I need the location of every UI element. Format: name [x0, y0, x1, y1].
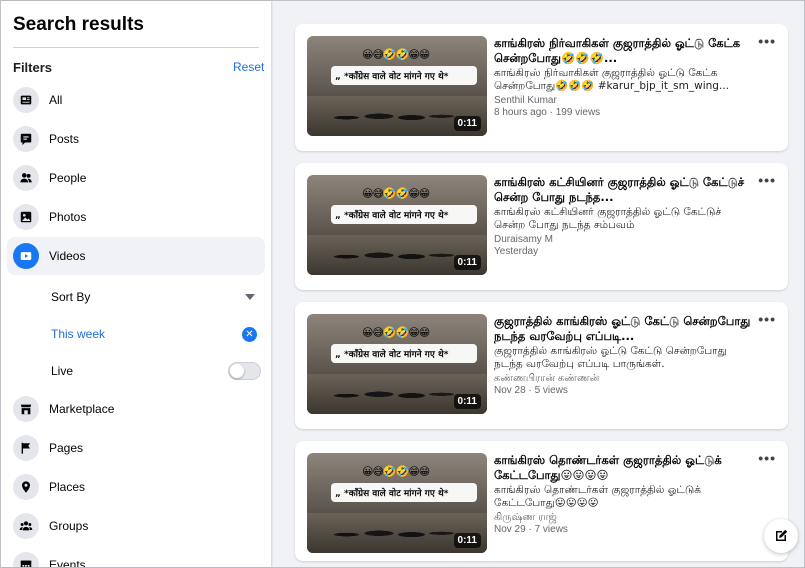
sidebar-item-label: Groups	[49, 519, 89, 533]
video-title-link[interactable]: காங்கிரஸ் கட்சியினர் குஜராத்தில் ஓட்டு க…	[494, 175, 752, 205]
video-thumbnail[interactable]: 😀😅🤣🤣😁😁 „ *कॉंग्रेस वाले वोट मांगने गए थे…	[307, 36, 487, 136]
thumbnail-animals	[327, 380, 457, 406]
video-result-info: குஜராத்தில் காங்கிரஸ் ஓட்டு கேட்டு சென்ற…	[494, 314, 752, 397]
video-title-link[interactable]: குஜராத்தில் காங்கிரஸ் ஓட்டு கேட்டு சென்ற…	[494, 314, 752, 344]
video-description: குஜராத்தில் காங்கிரஸ் ஓட்டு கேட்டு சென்ற…	[494, 345, 727, 370]
sidebar-item-label: Pages	[49, 441, 84, 455]
new-message-button[interactable]	[764, 519, 798, 553]
chevron-down-icon	[245, 294, 255, 300]
video-thumbnail[interactable]: 😀😅🤣🤣😁😁 „ *कॉंग्रेस वाले वोट मांगने गए थे…	[307, 314, 487, 414]
video-title-link[interactable]: காங்கிரஸ் தொண்டர்கள் குஜராத்தில் ஓட்டுக்…	[494, 453, 752, 483]
posts-icon	[13, 126, 39, 152]
sort-by-label: Sort By	[51, 290, 91, 304]
live-filter-row: Live	[51, 361, 261, 381]
sidebar-item-label: Photos	[49, 210, 87, 224]
sidebar-item-label: Places	[49, 480, 86, 494]
thumbnail-text-overlay: „ *कॉंग्रेस वाले वोट मांगने गए थे*	[331, 205, 477, 224]
video-author-link[interactable]: கிருஷ்ண ராஜ்	[494, 512, 752, 524]
sidebar-item-pages[interactable]: Pages	[7, 429, 265, 467]
thumbnail-animals	[327, 519, 457, 545]
video-result-card[interactable]: 😀😅🤣🤣😁😁 „ *कॉंग्रेस वाले वोट मांगने गए थे…	[295, 302, 788, 429]
thumbnail-emoji-overlay: 😀😅🤣🤣😁😁	[362, 188, 430, 200]
thumbnail-emoji-overlay: 😀😅🤣🤣😁😁	[362, 466, 430, 478]
calendar-icon	[13, 552, 39, 567]
thumbnail-emoji-overlay: 😀😅🤣🤣😁😁	[362, 49, 430, 61]
sidebar-item-label: Marketplace	[49, 402, 115, 416]
more-options-button[interactable]: •••	[758, 34, 776, 48]
people-icon	[13, 165, 39, 191]
more-options-button[interactable]: •••	[758, 173, 776, 187]
video-duration-badge: 0:11	[453, 116, 481, 131]
video-meta: Nov 28 · 5 views	[494, 385, 568, 396]
sidebar-item-label: All	[49, 93, 63, 107]
thumbnail-text-overlay: „ *कॉंग्रेस वाले वोट मांगने गए थे*	[331, 483, 477, 502]
date-filter-label: This week	[51, 327, 106, 341]
video-description: காங்கிரஸ் நிர்வாகிகள் குஜராத்தில் ஓட்டு …	[494, 67, 729, 92]
thumbnail-text-overlay: „ *कॉंग्रेस वाले वोट मांगने गए थे*	[331, 344, 477, 363]
video-result-card[interactable]: 😀😅🤣🤣😁😁 „ *कॉंग्रेस वाले वोट मांगने गए थे…	[295, 163, 788, 290]
sidebar-item-label: Events	[49, 558, 86, 567]
filters-heading: Filters	[13, 60, 53, 75]
video-meta: Nov 29 · 7 views	[494, 524, 568, 535]
photos-icon	[13, 204, 39, 230]
sidebar-divider	[13, 47, 259, 48]
sidebar-item-videos[interactable]: Videos	[7, 237, 265, 275]
filters-sidebar: Search results Filters Reset All Posts P…	[1, 1, 271, 567]
live-toggle[interactable]	[228, 362, 261, 380]
video-result-card[interactable]: 😀😅🤣🤣😁😁 „ *कॉंग्रेस वाले वोट मांगने गए थे…	[295, 441, 788, 561]
video-thumbnail[interactable]: 😀😅🤣🤣😁😁 „ *कॉंग्रेस वाले वोट मांगने गए थे…	[307, 453, 487, 553]
sidebar-item-photos[interactable]: Photos	[7, 198, 265, 236]
sidebar-item-label: People	[49, 171, 87, 185]
sidebar-item-marketplace[interactable]: Marketplace	[7, 390, 265, 428]
sidebar-item-groups[interactable]: Groups	[7, 507, 265, 545]
location-pin-icon	[13, 474, 39, 500]
sidebar-item-events[interactable]: Events	[7, 546, 265, 567]
video-thumbnail[interactable]: 😀😅🤣🤣😁😁 „ *कॉंग्रेस वाले वोट मांगने गए थे…	[307, 175, 487, 275]
thumbnail-emoji-overlay: 😀😅🤣🤣😁😁	[362, 327, 430, 339]
video-result-card[interactable]: 😀😅🤣🤣😁😁 „ *कॉंग्रेस वाले वोट मांगने गए थे…	[295, 24, 788, 151]
marketplace-icon	[13, 396, 39, 422]
sidebar-item-label: Posts	[49, 132, 80, 146]
video-meta: 8 hours ago · 199 views	[494, 107, 601, 118]
thumbnail-animals	[327, 241, 457, 267]
sidebar-item-all[interactable]: All	[7, 81, 265, 119]
video-description: காங்கிரஸ் கட்சியினர் குஜராத்தில் ஓட்டு க…	[494, 206, 722, 231]
video-duration-badge: 0:11	[453, 533, 481, 548]
sidebar-item-people[interactable]: People	[7, 159, 265, 197]
video-author-link[interactable]: Senthil Kumar	[494, 95, 752, 107]
video-result-info: காங்கிரஸ் கட்சியினர் குஜராத்தில் ஓட்டு க…	[494, 175, 752, 258]
date-filter-chip[interactable]: This week ✕	[51, 324, 261, 344]
groups-icon	[13, 513, 39, 539]
thumbnail-text-overlay: „ *कॉंग्रेस वाले वोट मांगने गए थे*	[331, 66, 477, 85]
live-label: Live	[51, 364, 74, 378]
video-result-info: காங்கிரஸ் தொண்டர்கள் குஜராத்தில் ஓட்டுக்…	[494, 453, 752, 536]
page-title: Search results	[13, 14, 144, 35]
compose-icon	[776, 529, 788, 541]
video-title-link[interactable]: காங்கிரஸ் நிர்வாகிகள் குஜராத்தில் ஓட்டு …	[494, 36, 752, 66]
clear-filter-icon[interactable]: ✕	[242, 326, 257, 342]
sidebar-item-posts[interactable]: Posts	[7, 120, 265, 158]
sidebar-item-places[interactable]: Places	[7, 468, 265, 506]
more-options-button[interactable]: •••	[758, 312, 776, 326]
video-author-link[interactable]: கண்ணபிரான் கண்ணன்	[494, 373, 752, 385]
reset-link[interactable]: Reset	[233, 60, 264, 74]
thumbnail-animals	[327, 102, 457, 128]
video-author-link[interactable]: Duraisamy M	[494, 234, 752, 246]
sidebar-item-label: Videos	[49, 249, 86, 263]
feed-icon	[13, 87, 39, 113]
video-meta: Yesterday	[494, 246, 539, 257]
video-duration-badge: 0:11	[453, 255, 481, 270]
video-result-info: காங்கிரஸ் நிர்வாகிகள் குஜராத்தில் ஓட்டு …	[494, 36, 752, 119]
more-options-button[interactable]: •••	[758, 451, 776, 465]
video-description: காங்கிரஸ் தொண்டர்கள் குஜராத்தில் ஓட்டுக்…	[494, 484, 701, 509]
video-duration-badge: 0:11	[453, 394, 481, 409]
flag-icon	[13, 435, 39, 461]
sort-by-dropdown[interactable]: Sort By	[51, 287, 261, 307]
video-icon	[13, 243, 39, 269]
